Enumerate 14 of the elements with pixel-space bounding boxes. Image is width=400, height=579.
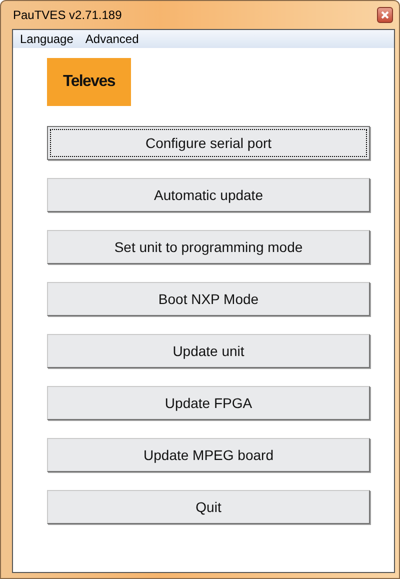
menu-item[interactable]: Language — [20, 32, 74, 46]
action-button[interactable]: Update unit — [47, 334, 370, 368]
action-button[interactable]: Automatic update — [47, 178, 370, 212]
action-button[interactable]: Update FPGA — [47, 386, 370, 420]
window-title: PauTVES v2.71.189 — [13, 8, 122, 22]
logo-text: Televes — [63, 73, 115, 91]
action-button[interactable]: Quit — [47, 490, 370, 524]
action-button[interactable]: Boot NXP Mode — [47, 282, 370, 316]
menu-item[interactable]: Advanced — [85, 32, 139, 46]
close-button[interactable] — [377, 7, 393, 23]
close-icon — [381, 11, 389, 19]
action-button[interactable]: Set unit to programming mode — [47, 230, 370, 264]
action-button[interactable]: Update MPEG board — [47, 438, 370, 472]
action-button[interactable]: Configure serial port — [47, 126, 370, 160]
